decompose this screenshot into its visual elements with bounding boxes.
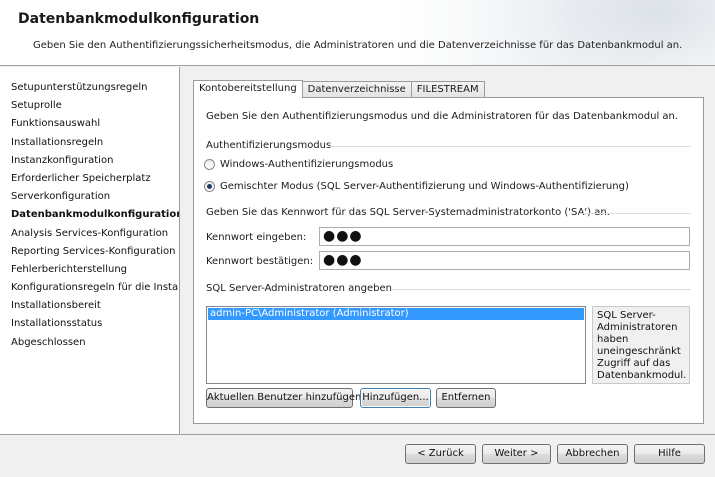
sidebar-item[interactable]: Serverkonfiguration xyxy=(0,188,179,206)
tab-kontobereitstellung[interactable]: Kontobereitstellung xyxy=(193,80,303,98)
tab-panel-kontobereitstellung: Geben Sie den Authentifizierungsmodus un… xyxy=(193,97,704,424)
radio-windows-label: Windows-Authentifizierungsmodus xyxy=(220,159,394,170)
tab-strip: Kontobereitstellung Datenverzeichnisse FIL… xyxy=(193,80,485,98)
header-decoration xyxy=(475,0,715,65)
password-input[interactable]: ●●● xyxy=(319,227,690,246)
radio-button-checked[interactable] xyxy=(204,181,215,192)
admins-info-box: SQL Server-Administratoren haben uneinge… xyxy=(592,306,690,384)
sidebar-item[interactable]: Setupunterstützungsregeln xyxy=(0,79,179,97)
page-title: Datenbankmodulkonfiguration xyxy=(18,11,260,27)
tab-datenverzeichnisse[interactable]: Datenverzeichnisse xyxy=(301,81,412,98)
password-label: Kennwort eingeben: xyxy=(206,232,307,243)
radio-mixed-label: Gemischter Modus (SQL Server-Authentifiz… xyxy=(220,181,629,192)
sidebar-item[interactable]: Analysis Services-Konfiguration xyxy=(0,225,179,243)
sidebar-list: Setupunterstützungsregeln Setuprolle Funkt… xyxy=(0,67,179,352)
sidebar-item[interactable]: Installationsstatus xyxy=(0,315,179,333)
wizard-footer: < Zurück Weiter > Abbrechen Hilfe xyxy=(0,434,715,477)
back-button[interactable]: < Zurück xyxy=(405,444,476,464)
sidebar-nav: Setupunterstützungsregeln Setuprolle Funkt… xyxy=(0,67,180,434)
main-content: Kontobereitstellung Datenverzeichnisse FIL… xyxy=(181,67,715,434)
sidebar-item[interactable]: Setuprolle xyxy=(0,97,179,115)
remove-button[interactable]: Entfernen xyxy=(436,388,496,408)
add-current-user-button[interactable]: Aktuellen Benutzer hinzufügen xyxy=(206,388,361,408)
help-button[interactable]: Hilfe xyxy=(634,444,705,464)
sidebar-item[interactable]: Datenbankmodulkonfiguration xyxy=(0,206,179,224)
sidebar-item[interactable]: Abgeschlossen xyxy=(0,334,179,352)
admins-group-title: SQL Server-Administratoren angeben xyxy=(206,283,392,294)
sidebar-item[interactable]: Konfigurationsregeln für die Install... xyxy=(0,279,179,297)
admin-list-item[interactable]: admin-PC\Administrator (Administrator) xyxy=(208,308,584,320)
sidebar-item[interactable]: Installationsregeln xyxy=(0,134,179,152)
password-group-title: Geben Sie das Kennwort für das SQL Serve… xyxy=(206,207,610,218)
radio-windows-auth[interactable]: Windows-Authentifizierungsmodus xyxy=(204,159,393,170)
radio-button[interactable] xyxy=(204,159,215,170)
auth-group-title: Authentifizierungsmodus xyxy=(206,140,332,151)
page-subtitle: Geben Sie den Authentifizierungssicherhe… xyxy=(33,40,683,51)
sidebar-item[interactable]: Reporting Services-Konfiguration xyxy=(0,243,179,261)
confirm-password-label: Kennwort bestätigen: xyxy=(206,256,314,267)
confirm-password-input[interactable]: ●●● xyxy=(319,251,690,270)
page-header: Datenbankmodulkonfiguration Geben Sie de… xyxy=(0,0,715,66)
admins-listbox[interactable]: admin-PC\Administrator (Administrator) xyxy=(206,306,586,384)
add-button[interactable]: Hinzufügen... xyxy=(360,388,431,408)
admins-group-divider xyxy=(392,289,691,290)
sidebar-item[interactable]: Installationsbereit xyxy=(0,297,179,315)
next-button[interactable]: Weiter > xyxy=(482,444,551,464)
password-group-divider xyxy=(579,213,691,214)
sidebar-item[interactable]: Fehlerberichterstellung xyxy=(0,261,179,279)
panel-intro: Geben Sie den Authentifizierungsmodus un… xyxy=(206,111,679,122)
sidebar-item[interactable]: Erforderlicher Speicherplatz xyxy=(0,170,179,188)
radio-mixed-mode[interactable]: Gemischter Modus (SQL Server-Authentifiz… xyxy=(204,181,629,192)
cancel-button[interactable]: Abbrechen xyxy=(557,444,628,464)
sidebar-item[interactable]: Funktionsauswahl xyxy=(0,115,179,133)
sidebar-item[interactable]: Instanzkonfiguration xyxy=(0,152,179,170)
tab-filestream[interactable]: FILESTREAM xyxy=(410,81,485,98)
auth-group-divider xyxy=(329,146,691,147)
